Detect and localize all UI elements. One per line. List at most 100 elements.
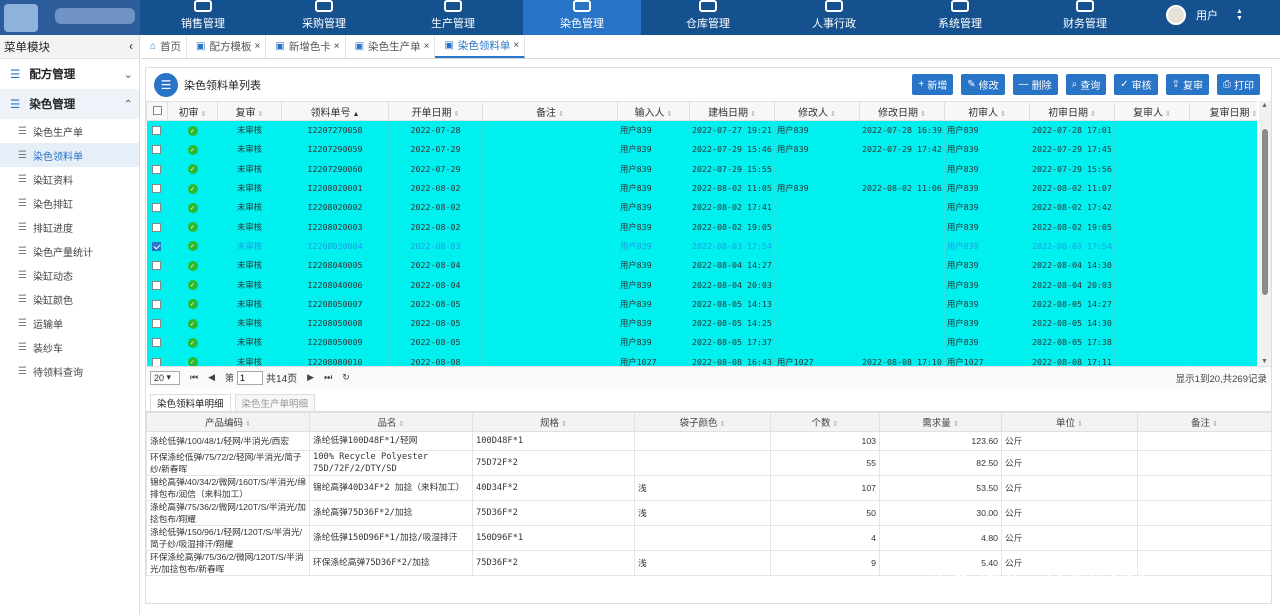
column-header[interactable]: 初审日期 ⇕ — [1029, 101, 1115, 121]
sidebar-item[interactable]: ☰ 待领料查询 — [0, 359, 139, 383]
sidebar-item[interactable]: ☰ 排缸进度 — [0, 215, 139, 239]
nav-finance[interactable]: 财务管理 — [1026, 0, 1144, 35]
upload-button[interactable]: ⇪ 复审 — [1165, 74, 1209, 95]
row-checkbox[interactable] — [152, 299, 162, 309]
detail-column-header[interactable]: 备注 ⇕ — [1137, 412, 1272, 432]
next-page-icon[interactable]: ▶ — [307, 372, 314, 383]
close-icon[interactable]: × — [255, 41, 261, 52]
plus-button[interactable]: + 新增 — [912, 74, 954, 95]
table-row[interactable]: ✓ 未审核 I2208020003 2022-08-02 用户839 2022-08-02… — [146, 216, 1257, 237]
row-checkbox-cell[interactable] — [146, 120, 168, 140]
column-header[interactable]: 初审 ⇕ — [167, 101, 218, 121]
table-row[interactable]: ✓ 未审核 I2208030004 2022-08-03 用户839 2022-08-03… — [146, 236, 1257, 256]
column-header[interactable]: 建档日期 ⇕ — [689, 101, 775, 121]
nav-system[interactable]: 系统管理 — [901, 0, 1019, 35]
approve-button[interactable]: ✓ 审核 — [1114, 74, 1158, 95]
column-header[interactable]: 备注 ⇕ — [482, 101, 618, 121]
close-icon[interactable]: × — [513, 40, 519, 51]
detail-column-header[interactable]: 需求量 ⇕ — [879, 412, 1002, 432]
table-row[interactable]: ✓ 未审核 I2208040005 2022-08-04 用户839 2022-08-04… — [146, 255, 1257, 275]
table-row[interactable]: ✓ 未审核 I2208020002 2022-08-02 用户839 2022-08-02… — [146, 197, 1257, 217]
detail-tab-0[interactable]: 染色领料单明细 — [150, 394, 231, 411]
row-checkbox-cell[interactable] — [146, 236, 168, 256]
collapse-sidebar-icon[interactable]: ‹ — [129, 41, 133, 53]
row-checkbox[interactable] — [152, 222, 162, 232]
sidebar-item[interactable]: ☰ 染缸动态 — [0, 263, 139, 287]
detail-column-header[interactable]: 品名 ⇕ — [309, 412, 473, 432]
row-checkbox[interactable] — [152, 126, 162, 136]
detail-column-header[interactable]: 规格 ⇕ — [472, 412, 635, 432]
row-checkbox[interactable] — [152, 319, 162, 329]
tab-0[interactable]: ⌂ 首页 — [141, 35, 188, 58]
close-icon[interactable]: × — [334, 41, 340, 52]
table-row[interactable]: ✓ 未审核 I2208050007 2022-08-05 用户839 2022-08-05… — [146, 294, 1257, 314]
close-icon[interactable]: × — [424, 41, 430, 52]
table-row[interactable]: ✓ 未审核 I2208050008 2022-08-05 用户839 2022-08-05… — [146, 313, 1257, 333]
table-row[interactable]: ✓ 未审核 I2208080010 2022-08-08 用户1027 2022-08-0… — [146, 352, 1257, 366]
row-checkbox-cell[interactable] — [146, 352, 168, 366]
row-checkbox[interactable] — [152, 184, 162, 194]
row-checkbox-cell[interactable] — [146, 178, 168, 198]
refresh-icon[interactable]: ↻ — [342, 372, 350, 383]
prev-page-icon[interactable]: ◀ — [208, 372, 215, 383]
sidebar-group-dyeing[interactable]: ☰ 染色管理 ⌃ — [0, 89, 139, 119]
sidebar-item[interactable]: ☰ 染缸颜色 — [0, 287, 139, 311]
sidebar-item[interactable]: ☰ 染缸资料 — [0, 167, 139, 191]
row-checkbox-cell[interactable] — [146, 139, 168, 160]
table-row[interactable]: ✓ 未审核 I2208020001 2022-08-02 用户839 2022-08-02… — [146, 178, 1257, 198]
edit-button[interactable]: ✎ 修改 — [961, 74, 1005, 95]
table-row[interactable]: ✓ 未审核 I2207290060 2022-07-29 用户839 2022-07-29… — [146, 159, 1257, 179]
row-checkbox-cell[interactable] — [146, 216, 168, 237]
table-row[interactable]: ✓ 未审核 I2208050009 2022-08-05 用户839 2022-08-05… — [146, 332, 1257, 353]
row-checkbox-cell[interactable] — [146, 197, 168, 217]
select-all-header[interactable] — [146, 101, 168, 121]
user-menu[interactable]: 用户 ▲ ▼ — [1166, 5, 1243, 25]
detail-row[interactable]: 涤纶低弹/150/96/1/轻网/120T/S/半消光/简子纱/吸湿排汗/翔耀涤… — [146, 525, 1272, 551]
row-checkbox[interactable] — [152, 280, 162, 290]
nav-warehouse[interactable]: 仓库管理 — [649, 0, 767, 35]
column-header[interactable]: 领料单号 ▲ — [281, 101, 389, 121]
row-checkbox-cell[interactable] — [146, 332, 168, 353]
row-checkbox-cell[interactable] — [146, 274, 168, 295]
detail-column-header[interactable]: 产品编码 ⇕ — [146, 412, 310, 432]
detail-tab-1[interactable]: 染色生产单明细 — [234, 394, 316, 411]
detail-row[interactable]: 环保涤纶低弹/75/72/2/轻网/半消光/简子纱/新春晖 100% Recycl… — [146, 450, 1272, 476]
tab-4[interactable]: ▣ 染色领料单 × — [435, 35, 526, 58]
row-checkbox[interactable] — [152, 261, 162, 271]
detail-row[interactable]: 涤纶低弹/100/48/1/轻网/半消光/西宏 涤纶低弹100D48F*1/轻网 1… — [146, 431, 1272, 451]
tab-1[interactable]: ▣ 配方模板 × — [187, 35, 267, 58]
sidebar-item[interactable]: ☰ 染色领料单 — [0, 143, 139, 167]
column-header[interactable]: 输入人 ⇕ — [617, 101, 690, 121]
table-row[interactable]: ✓ 未审核 I2207270058 2022-07-28 用户839 2022-07-27… — [146, 120, 1257, 140]
nav-sales[interactable]: 销售管理 — [144, 0, 262, 35]
sidebar-item[interactable]: ☰ 装纱车 — [0, 335, 139, 359]
row-checkbox[interactable] — [152, 357, 162, 366]
row-checkbox[interactable] — [152, 241, 162, 251]
column-header[interactable]: 修改日期 ⇕ — [859, 101, 945, 121]
vertical-scrollbar[interactable]: ▲ ▼ — [1259, 101, 1271, 366]
sidebar-item[interactable]: ☰ 运输单 — [0, 311, 139, 335]
last-page-icon[interactable]: ⏭ — [324, 372, 332, 383]
search-button[interactable]: ⌕ 查询 — [1065, 74, 1107, 95]
column-header[interactable]: 复审日期 ⇕ — [1189, 101, 1257, 121]
row-checkbox[interactable] — [152, 164, 162, 174]
detail-row[interactable]: 涤纶高弹/75/36/2/微网/120T/S/半消光/加捻包布/翔耀 涤纶高弹75… — [146, 500, 1272, 526]
select-all-checkbox[interactable] — [152, 106, 162, 116]
nav-hr[interactable]: 人事行政 — [775, 0, 893, 35]
column-header[interactable]: 复审 ⇕ — [217, 101, 282, 121]
column-header[interactable]: 开单日期 ⇕ — [388, 101, 483, 121]
print-button[interactable]: ⎙ 打印 — [1217, 74, 1260, 95]
first-page-icon[interactable]: ⏮ — [190, 372, 198, 383]
column-header[interactable]: 修改人 ⇕ — [774, 101, 860, 121]
row-checkbox-cell[interactable] — [146, 313, 168, 333]
detail-column-header[interactable]: 个数 ⇕ — [770, 412, 880, 432]
sidebar-item[interactable]: ☰ 染色生产单 — [0, 119, 139, 143]
table-row[interactable]: ✓ 未审核 I2208040006 2022-08-04 用户839 2022-08-04… — [146, 274, 1257, 295]
sidebar-group-recipe[interactable]: ☰ 配方管理 ⌄ — [0, 59, 139, 89]
sidebar-item[interactable]: ☰ 染色产量统计 — [0, 239, 139, 263]
row-checkbox[interactable] — [152, 338, 162, 348]
tab-2[interactable]: ▣ 新增色卡 × — [266, 35, 346, 58]
page-number-input[interactable] — [237, 370, 264, 385]
table-row[interactable]: ✓ 未审核 I2207290059 2022-07-29 用户839 2022-07-29… — [146, 139, 1257, 160]
column-header[interactable]: 复审人 ⇕ — [1114, 101, 1190, 121]
